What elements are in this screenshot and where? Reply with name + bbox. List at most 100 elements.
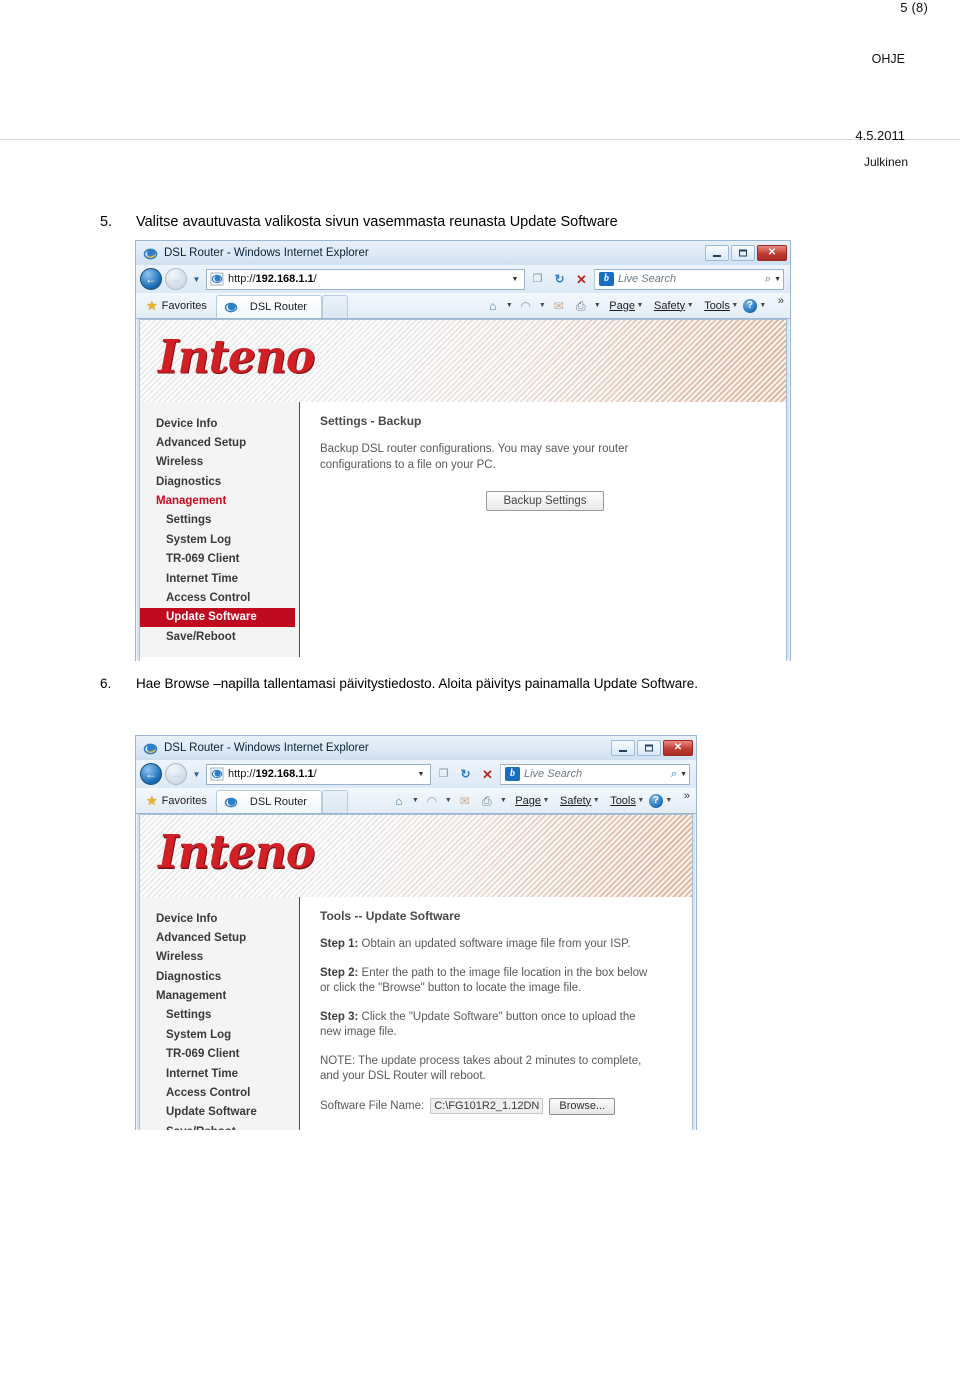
home-icon[interactable]: ⌂ [388, 795, 409, 807]
recent-pages-dropdown[interactable]: ▼ [190, 770, 203, 779]
compatibility-view-icon[interactable]: ❐ [434, 764, 453, 784]
overflow-icon[interactable]: » [769, 293, 784, 307]
sidebar-item-system-log[interactable]: System Log [140, 1025, 299, 1044]
menu-tools[interactable]: Tools ▼ [698, 300, 742, 312]
address-dropdown-icon[interactable]: ▼ [508, 276, 522, 283]
sidebar-item-wireless[interactable]: Wireless [140, 948, 299, 967]
compatibility-view-icon[interactable]: ❐ [528, 269, 547, 289]
overflow-icon[interactable]: » [675, 788, 690, 802]
sidebar-item-tr069-client[interactable]: TR-069 Client [140, 1045, 299, 1064]
address-input[interactable]: http://192.168.1.1/ ▼ [206, 268, 525, 290]
tab-dsl-router[interactable]: DSL Router [215, 295, 322, 318]
browse-button[interactable]: Browse... [549, 1097, 616, 1115]
router-page-body-2: Device Info Advanced Setup Wireless Diag… [140, 897, 692, 1130]
print-dropdown-icon[interactable]: ▼ [592, 302, 602, 309]
maximize-button[interactable] [731, 245, 755, 261]
help-dropdown-icon[interactable]: ▼ [664, 797, 674, 804]
search-provider-dropdown-icon[interactable]: ▼ [680, 771, 687, 778]
feeds-dropdown-icon[interactable]: ▼ [443, 797, 453, 804]
search-input[interactable]: b Live Search ⌕ ▼ [594, 268, 784, 290]
forward-button[interactable]: → [165, 763, 187, 785]
menu-page[interactable]: Page ▼ [603, 300, 647, 312]
home-icon[interactable]: ⌂ [482, 300, 503, 312]
sidebar-item-save-reboot[interactable]: Save/Reboot [140, 1122, 299, 1130]
command-bar-spacer [348, 293, 482, 318]
sidebar-item-settings[interactable]: Settings [140, 1006, 299, 1025]
feeds-icon[interactable]: ◠ [421, 795, 442, 807]
sidebar-item-management[interactable]: Management [140, 987, 299, 1006]
step-6-text: Hae Browse –napilla tallentamasi päivity… [136, 676, 699, 691]
sidebar-item-update-software[interactable]: Update Software [140, 607, 295, 628]
search-icon[interactable]: ⌕ [762, 273, 774, 286]
software-file-row: Software File Name: C:\FG101R2_1.12DN Br… [320, 1097, 676, 1115]
mail-icon[interactable]: ✉ [548, 300, 569, 312]
command-bar-spacer [348, 788, 388, 813]
search-provider-dropdown-icon[interactable]: ▼ [774, 276, 781, 283]
sidebar-item-internet-time[interactable]: Internet Time [140, 569, 299, 588]
new-tab-button[interactable] [321, 295, 348, 318]
address-input-2[interactable]: http://192.168.1.1/ ▼ [206, 763, 431, 785]
print-dropdown-icon[interactable]: ▼ [498, 797, 508, 804]
sidebar-item-system-log[interactable]: System Log [140, 530, 299, 549]
print-icon[interactable]: ⎙ [476, 795, 497, 807]
back-arrow-icon: ← [145, 272, 157, 286]
backup-settings-button[interactable]: Backup Settings [486, 491, 604, 512]
new-tab-button[interactable] [321, 790, 348, 813]
sidebar-item-update-software[interactable]: Update Software [140, 1103, 299, 1122]
close-button[interactable]: ✕ [663, 740, 693, 756]
help-icon[interactable]: ? [648, 793, 663, 808]
menu-tools[interactable]: Tools ▼ [604, 795, 648, 807]
sidebar-item-diagnostics[interactable]: Diagnostics [140, 967, 299, 986]
search-icon[interactable]: ⌕ [668, 768, 680, 781]
back-button[interactable]: ← [140, 763, 162, 785]
sidebar-item-wireless[interactable]: Wireless [140, 453, 299, 472]
home-dropdown-icon[interactable]: ▼ [504, 302, 514, 309]
page-viewport: Inteno Device Info Advanced Setup Wirele… [139, 319, 787, 661]
recent-pages-dropdown[interactable]: ▼ [190, 275, 203, 284]
minimize-button[interactable] [611, 740, 635, 756]
address-dropdown-icon[interactable]: ▼ [414, 771, 428, 778]
menu-page[interactable]: Page ▼ [509, 795, 553, 807]
document-date: 4.5.2011 [855, 128, 905, 143]
back-button[interactable]: ← [140, 268, 162, 290]
home-dropdown-icon[interactable]: ▼ [410, 797, 420, 804]
feeds-icon[interactable]: ◠ [515, 300, 536, 312]
sidebar-item-diagnostics[interactable]: Diagnostics [140, 472, 299, 491]
mail-icon[interactable]: ✉ [454, 795, 475, 807]
sidebar-item-access-control[interactable]: Access Control [140, 1083, 299, 1102]
title-bar-2: DSL Router - Windows Internet Explorer ✕ [136, 736, 696, 760]
refresh-icon[interactable]: ↻ [456, 764, 475, 784]
address-bar-2: ← → ▼ http://192.168.1.1/ ▼ ❐ ↻ ✕ b Live… [136, 760, 696, 788]
sidebar-item-device-info[interactable]: Device Info [140, 414, 299, 433]
stop-icon[interactable]: ✕ [572, 269, 591, 289]
maximize-button[interactable] [637, 740, 661, 756]
sidebar-item-device-info[interactable]: Device Info [140, 909, 299, 928]
menu-safety[interactable]: Safety ▼ [554, 795, 603, 807]
refresh-icon[interactable]: ↻ [550, 269, 569, 289]
help-icon[interactable]: ? [742, 298, 757, 313]
print-icon[interactable]: ⎙ [570, 300, 591, 312]
feeds-dropdown-icon[interactable]: ▼ [537, 302, 547, 309]
sidebar-item-access-control[interactable]: Access Control [140, 588, 299, 607]
close-button[interactable]: ✕ [757, 245, 787, 261]
sidebar-item-management[interactable]: Management [140, 492, 299, 511]
forward-button[interactable]: → [165, 268, 187, 290]
help-dropdown-icon[interactable]: ▼ [758, 302, 768, 309]
minimize-button[interactable] [705, 245, 729, 261]
menu-safety[interactable]: Safety ▼ [648, 300, 697, 312]
software-file-input[interactable]: C:\FG101R2_1.12DN [430, 1098, 544, 1115]
favorites-button[interactable]: ★ Favorites [142, 788, 216, 813]
favorites-label: Favorites [161, 299, 207, 312]
sidebar-item-tr069-client[interactable]: TR-069 Client [140, 550, 299, 569]
sidebar-item-settings[interactable]: Settings [140, 511, 299, 530]
search-placeholder: Live Search [524, 768, 583, 780]
sidebar-item-advanced-setup[interactable]: Advanced Setup [140, 433, 299, 452]
search-input-2[interactable]: b Live Search ⌕ ▼ [500, 763, 690, 785]
sidebar-item-save-reboot[interactable]: Save/Reboot [140, 627, 299, 646]
back-arrow-icon: ← [145, 767, 157, 781]
tab-dsl-router[interactable]: DSL Router [215, 790, 322, 813]
sidebar-item-advanced-setup[interactable]: Advanced Setup [140, 928, 299, 947]
stop-icon[interactable]: ✕ [478, 764, 497, 784]
favorites-button[interactable]: ★ Favorites [142, 293, 216, 318]
sidebar-item-internet-time[interactable]: Internet Time [140, 1064, 299, 1083]
